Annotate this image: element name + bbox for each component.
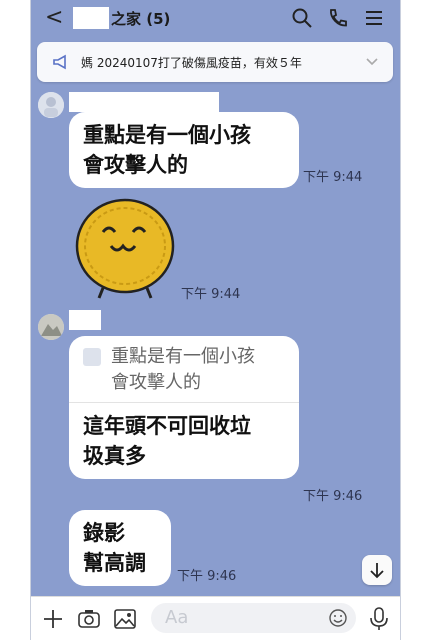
camera-icon[interactable] bbox=[77, 607, 101, 631]
message-line: 會攻擊人的 bbox=[83, 153, 188, 177]
message-line: 錄影 bbox=[83, 521, 125, 545]
megaphone-icon bbox=[53, 54, 66, 70]
message-line: 這年頭不可回收垃 bbox=[83, 414, 251, 438]
avatar-image bbox=[38, 92, 64, 118]
quote-divider bbox=[69, 402, 299, 403]
chat-title: 之家 (5) bbox=[111, 10, 171, 28]
message-line: 幫高調 bbox=[83, 551, 146, 575]
emoji-icon[interactable] bbox=[328, 608, 348, 628]
chevron-down-icon[interactable] bbox=[365, 54, 379, 68]
arrow-down-icon bbox=[370, 563, 384, 579]
message-time: 下午 9:46 bbox=[177, 569, 237, 584]
reply-message-bubble[interactable]: 重點是有一個小孩 會攻擊人的 這年頭不可回收垃 圾真多 bbox=[69, 336, 299, 479]
message-input[interactable]: Aa bbox=[151, 603, 356, 633]
sticker-coin-face[interactable] bbox=[73, 198, 181, 302]
search-icon[interactable] bbox=[291, 7, 313, 29]
announcement-banner[interactable]: 媽 20240107打了破傷風疫苗，有效５年 bbox=[37, 42, 393, 82]
avatar[interactable] bbox=[38, 314, 64, 340]
announcement-text: 媽 20240107打了破傷風疫苗，有效５年 bbox=[81, 56, 302, 70]
message-line: 圾真多 bbox=[83, 444, 146, 468]
message-time: 下午 9:44 bbox=[303, 170, 363, 185]
chat-screen: < 之家 (5) 媽 20240107打了破傷風疫苗，有效５年 重點是有一個小孩… bbox=[30, 0, 401, 640]
phone-icon[interactable] bbox=[326, 7, 348, 29]
sender-name-redacted bbox=[69, 310, 101, 330]
scroll-to-bottom-button[interactable] bbox=[362, 555, 392, 585]
chat-header: < 之家 (5) bbox=[31, 0, 400, 38]
sender-name-redacted bbox=[69, 92, 219, 112]
back-icon[interactable]: < bbox=[45, 6, 63, 30]
message-time: 下午 9:44 bbox=[181, 287, 241, 302]
quoted-line: 會攻擊人的 bbox=[111, 372, 201, 393]
avatar-image bbox=[38, 314, 64, 340]
message-bubble[interactable]: 重點是有一個小孩 會攻擊人的 bbox=[69, 112, 299, 188]
quoted-line: 重點是有一個小孩 bbox=[111, 346, 255, 367]
message-bubble[interactable]: 錄影 幫高調 bbox=[69, 510, 171, 586]
menu-icon[interactable] bbox=[363, 7, 385, 29]
mic-icon[interactable] bbox=[367, 606, 391, 632]
quoted-message[interactable]: 重點是有一個小孩 會攻擊人的 bbox=[83, 344, 285, 396]
plus-icon[interactable] bbox=[41, 607, 65, 631]
redacted-title bbox=[73, 7, 109, 29]
message-line: 重點是有一個小孩 bbox=[83, 123, 251, 147]
quoted-avatar bbox=[83, 348, 101, 366]
message-input-placeholder: Aa bbox=[165, 607, 189, 628]
composer-bar: Aa bbox=[31, 596, 400, 640]
message-time: 下午 9:46 bbox=[303, 489, 363, 504]
avatar[interactable] bbox=[38, 92, 64, 118]
image-icon[interactable] bbox=[113, 607, 137, 631]
